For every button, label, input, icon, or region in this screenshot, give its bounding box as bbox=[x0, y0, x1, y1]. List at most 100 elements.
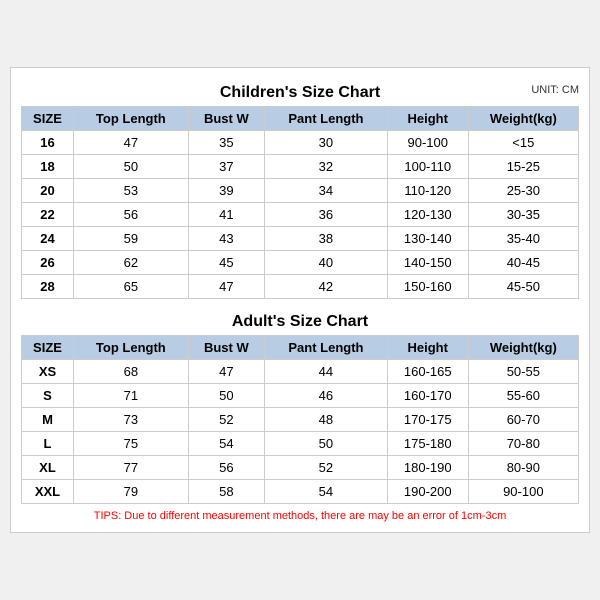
table-cell: 20 bbox=[22, 179, 74, 203]
table-cell: 190-200 bbox=[387, 480, 468, 504]
table-row: 24594338130-14035-40 bbox=[22, 227, 579, 251]
table-cell: <15 bbox=[468, 131, 578, 155]
adults-col-weight: Weight(kg) bbox=[468, 336, 578, 360]
table-cell: 110-120 bbox=[387, 179, 468, 203]
table-cell: 36 bbox=[265, 203, 388, 227]
table-cell: 44 bbox=[265, 360, 388, 384]
children-col-weight: Weight(kg) bbox=[468, 107, 578, 131]
adults-section-title: Adult's Size Chart bbox=[21, 307, 579, 335]
children-table-body: 1647353090-100<1518503732100-11015-25205… bbox=[22, 131, 579, 299]
table-cell: XXL bbox=[22, 480, 74, 504]
table-row: XL775652180-19080-90 bbox=[22, 456, 579, 480]
table-cell: 43 bbox=[188, 227, 264, 251]
table-cell: 100-110 bbox=[387, 155, 468, 179]
table-cell: 56 bbox=[188, 456, 264, 480]
table-cell: 160-170 bbox=[387, 384, 468, 408]
children-col-size: SIZE bbox=[22, 107, 74, 131]
table-row: 1647353090-100<15 bbox=[22, 131, 579, 155]
table-row: XXL795854190-20090-100 bbox=[22, 480, 579, 504]
table-cell: 47 bbox=[188, 275, 264, 299]
table-cell: 48 bbox=[265, 408, 388, 432]
table-cell: 34 bbox=[265, 179, 388, 203]
table-cell: 120-130 bbox=[387, 203, 468, 227]
adults-table: SIZE Top Length Bust W Pant Length Heigh… bbox=[21, 335, 579, 504]
table-cell: 73 bbox=[73, 408, 188, 432]
table-row: 22564136120-13030-35 bbox=[22, 203, 579, 227]
children-title-text: Children's Size Chart bbox=[220, 84, 380, 101]
adults-col-top-length: Top Length bbox=[73, 336, 188, 360]
table-row: 18503732100-11015-25 bbox=[22, 155, 579, 179]
children-col-height: Height bbox=[387, 107, 468, 131]
table-cell: 68 bbox=[73, 360, 188, 384]
table-cell: 55-60 bbox=[468, 384, 578, 408]
table-cell: 54 bbox=[188, 432, 264, 456]
table-row: L755450175-18070-80 bbox=[22, 432, 579, 456]
table-cell: 28 bbox=[22, 275, 74, 299]
table-cell: 15-25 bbox=[468, 155, 578, 179]
table-cell: 56 bbox=[73, 203, 188, 227]
table-cell: 46 bbox=[265, 384, 388, 408]
adults-title-text: Adult's Size Chart bbox=[232, 313, 368, 330]
children-table: SIZE Top Length Bust W Pant Length Heigh… bbox=[21, 106, 579, 299]
table-cell: 26 bbox=[22, 251, 74, 275]
table-cell: 32 bbox=[265, 155, 388, 179]
table-cell: 24 bbox=[22, 227, 74, 251]
adults-col-height: Height bbox=[387, 336, 468, 360]
table-cell: 52 bbox=[188, 408, 264, 432]
table-cell: 45 bbox=[188, 251, 264, 275]
adults-col-bust-w: Bust W bbox=[188, 336, 264, 360]
table-cell: 150-160 bbox=[387, 275, 468, 299]
table-cell: 30 bbox=[265, 131, 388, 155]
table-cell: 39 bbox=[188, 179, 264, 203]
table-row: 26624540140-15040-45 bbox=[22, 251, 579, 275]
children-unit-label: UNIT: CM bbox=[531, 84, 579, 96]
table-cell: XL bbox=[22, 456, 74, 480]
table-cell: 30-35 bbox=[468, 203, 578, 227]
adults-table-header: SIZE Top Length Bust W Pant Length Heigh… bbox=[22, 336, 579, 360]
children-table-header: SIZE Top Length Bust W Pant Length Heigh… bbox=[22, 107, 579, 131]
table-row: 20533934110-12025-30 bbox=[22, 179, 579, 203]
table-cell: 50 bbox=[265, 432, 388, 456]
table-cell: 175-180 bbox=[387, 432, 468, 456]
table-cell: 62 bbox=[73, 251, 188, 275]
table-cell: 45-50 bbox=[468, 275, 578, 299]
table-cell: 71 bbox=[73, 384, 188, 408]
table-cell: 50 bbox=[188, 384, 264, 408]
table-cell: 77 bbox=[73, 456, 188, 480]
table-cell: 53 bbox=[73, 179, 188, 203]
table-cell: 25-30 bbox=[468, 179, 578, 203]
table-cell: 16 bbox=[22, 131, 74, 155]
table-cell: 75 bbox=[73, 432, 188, 456]
table-cell: 35-40 bbox=[468, 227, 578, 251]
table-cell: 65 bbox=[73, 275, 188, 299]
table-row: XS684744160-16550-55 bbox=[22, 360, 579, 384]
table-cell: 47 bbox=[188, 360, 264, 384]
adults-col-size: SIZE bbox=[22, 336, 74, 360]
adults-table-body: XS684744160-16550-55S715046160-17055-60M… bbox=[22, 360, 579, 504]
table-cell: 18 bbox=[22, 155, 74, 179]
children-col-bust-w: Bust W bbox=[188, 107, 264, 131]
children-col-pant-length: Pant Length bbox=[265, 107, 388, 131]
children-section-title: Children's Size Chart UNIT: CM bbox=[21, 78, 579, 106]
table-cell: S bbox=[22, 384, 74, 408]
table-cell: 41 bbox=[188, 203, 264, 227]
table-cell: 90-100 bbox=[468, 480, 578, 504]
table-cell: 50 bbox=[73, 155, 188, 179]
table-cell: 42 bbox=[265, 275, 388, 299]
table-cell: 80-90 bbox=[468, 456, 578, 480]
table-cell: 160-165 bbox=[387, 360, 468, 384]
table-cell: 52 bbox=[265, 456, 388, 480]
table-row: S715046160-17055-60 bbox=[22, 384, 579, 408]
table-cell: 40 bbox=[265, 251, 388, 275]
adults-col-pant-length: Pant Length bbox=[265, 336, 388, 360]
table-cell: 59 bbox=[73, 227, 188, 251]
table-cell: 140-150 bbox=[387, 251, 468, 275]
table-cell: 38 bbox=[265, 227, 388, 251]
table-cell: 130-140 bbox=[387, 227, 468, 251]
table-cell: 35 bbox=[188, 131, 264, 155]
table-row: 28654742150-16045-50 bbox=[22, 275, 579, 299]
children-col-top-length: Top Length bbox=[73, 107, 188, 131]
table-cell: 54 bbox=[265, 480, 388, 504]
table-cell: 58 bbox=[188, 480, 264, 504]
table-cell: 37 bbox=[188, 155, 264, 179]
